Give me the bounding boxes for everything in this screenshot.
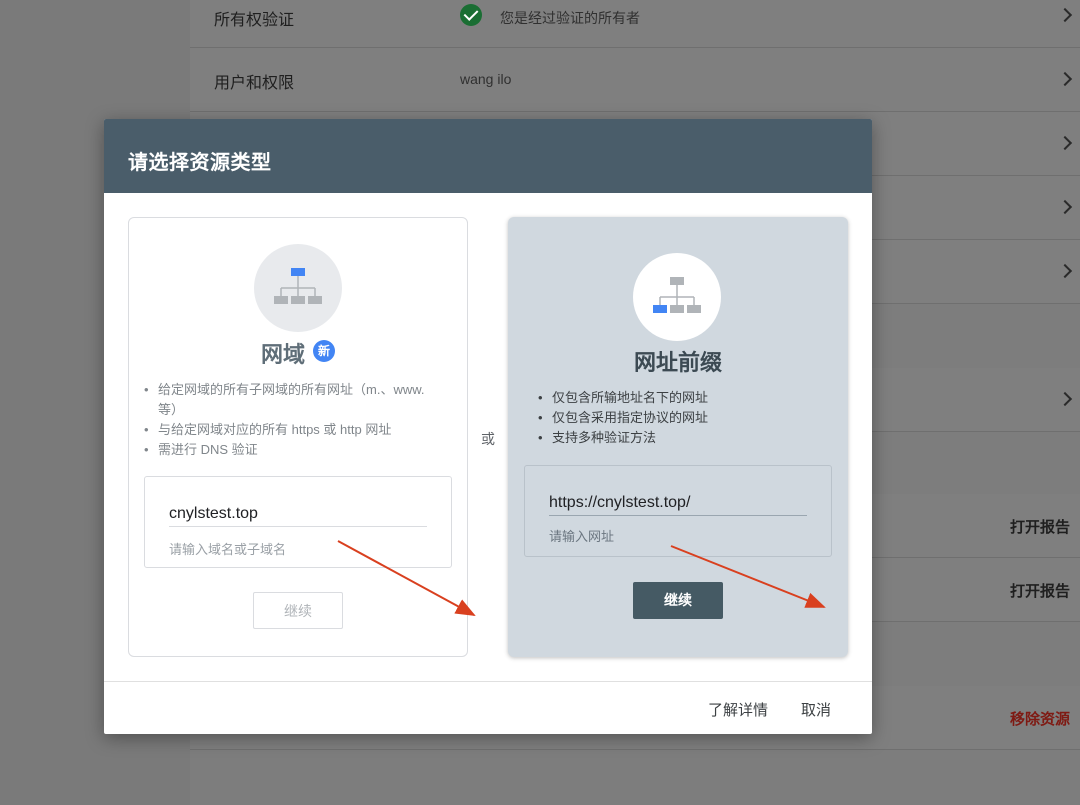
new-badge: 新 <box>313 340 335 362</box>
url-prefix-card-features: 仅包含所输地址名下的网址 仅包含采用指定协议的网址 支持多种验证方法 <box>534 388 834 448</box>
open-report-link[interactable]: 打开报告 <box>1010 516 1070 537</box>
domain-card[interactable]: 网域 新 给定网域的所有子网域的所有网址（m.、www. 等） 与给定网域对应的… <box>128 217 468 657</box>
chevron-right-icon <box>1057 71 1073 87</box>
remove-resource-link[interactable]: 移除资源 <box>1010 708 1070 729</box>
domain-continue-button[interactable]: 继续 <box>253 592 343 629</box>
list-item: 仅包含所输地址名下的网址 <box>534 388 834 408</box>
learn-more-button[interactable]: 了解详情 <box>708 699 768 720</box>
domain-input-hint: 请输入域名或子域名 <box>169 542 287 557</box>
property-type-dialog: 请选择资源类型 网域 新 给定网域的所有子网域的所有网址（m.、www. 等） … <box>104 119 872 734</box>
open-report-link[interactable]: 打开报告 <box>1010 580 1070 601</box>
url-input-box: https://cnylstest.top/ 请输入网址 <box>524 465 832 557</box>
chevron-right-icon <box>1057 7 1073 23</box>
dialog-header: 请选择资源类型 <box>104 119 872 193</box>
domain-input-box: cnylstest.top 请输入域名或子域名 <box>144 476 452 568</box>
sitemap-icon <box>254 244 342 332</box>
or-separator: 或 <box>481 431 495 447</box>
url-prefix-continue-button[interactable]: 继续 <box>633 582 723 619</box>
list-item: 需进行 DNS 验证 <box>140 440 440 460</box>
list-item: 给定网域的所有子网域的所有网址（m.、www. 等） <box>140 380 440 420</box>
ownership-value: 您是经过验证的所有者 <box>500 10 640 26</box>
chevron-right-icon <box>1057 135 1073 151</box>
users-row[interactable]: 用户和权限 wang ilo <box>190 48 1080 112</box>
list-item: 仅包含采用指定协议的网址 <box>534 408 834 428</box>
chevron-right-icon <box>1057 263 1073 279</box>
chevron-right-icon <box>1057 391 1073 407</box>
dialog-footer-divider <box>104 681 872 682</box>
url-input[interactable]: https://cnylstest.top/ <box>549 494 690 512</box>
domain-card-title: 网域 <box>261 342 306 367</box>
users-value: wang ilo <box>460 71 512 87</box>
users-label: 用户和权限 <box>214 75 295 92</box>
domain-input-underline <box>169 526 427 527</box>
ownership-label: 所有权验证 <box>214 12 295 29</box>
cancel-button[interactable]: 取消 <box>801 699 831 720</box>
domain-input[interactable]: cnylstest.top <box>169 505 258 523</box>
url-prefix-card[interactable]: 网址前缀 仅包含所输地址名下的网址 仅包含采用指定协议的网址 支持多种验证方法 … <box>508 217 848 657</box>
list-item: 与给定网域对应的所有 https 或 http 网址 <box>140 420 440 440</box>
domain-card-features: 给定网域的所有子网域的所有网址（m.、www. 等） 与给定网域对应的所有 ht… <box>140 380 440 460</box>
list-item: 支持多种验证方法 <box>534 428 834 448</box>
check-icon <box>460 4 482 26</box>
url-input-underline <box>549 515 807 516</box>
url-input-hint: 请输入网址 <box>549 529 615 544</box>
chevron-right-icon <box>1057 199 1073 215</box>
dialog-title: 请选择资源类型 <box>128 152 272 174</box>
url-prefix-card-title: 网址前缀 <box>634 350 723 375</box>
sitemap-icon <box>633 253 721 341</box>
ownership-row[interactable]: 所有权验证 您是经过验证的所有者 <box>190 0 1080 48</box>
